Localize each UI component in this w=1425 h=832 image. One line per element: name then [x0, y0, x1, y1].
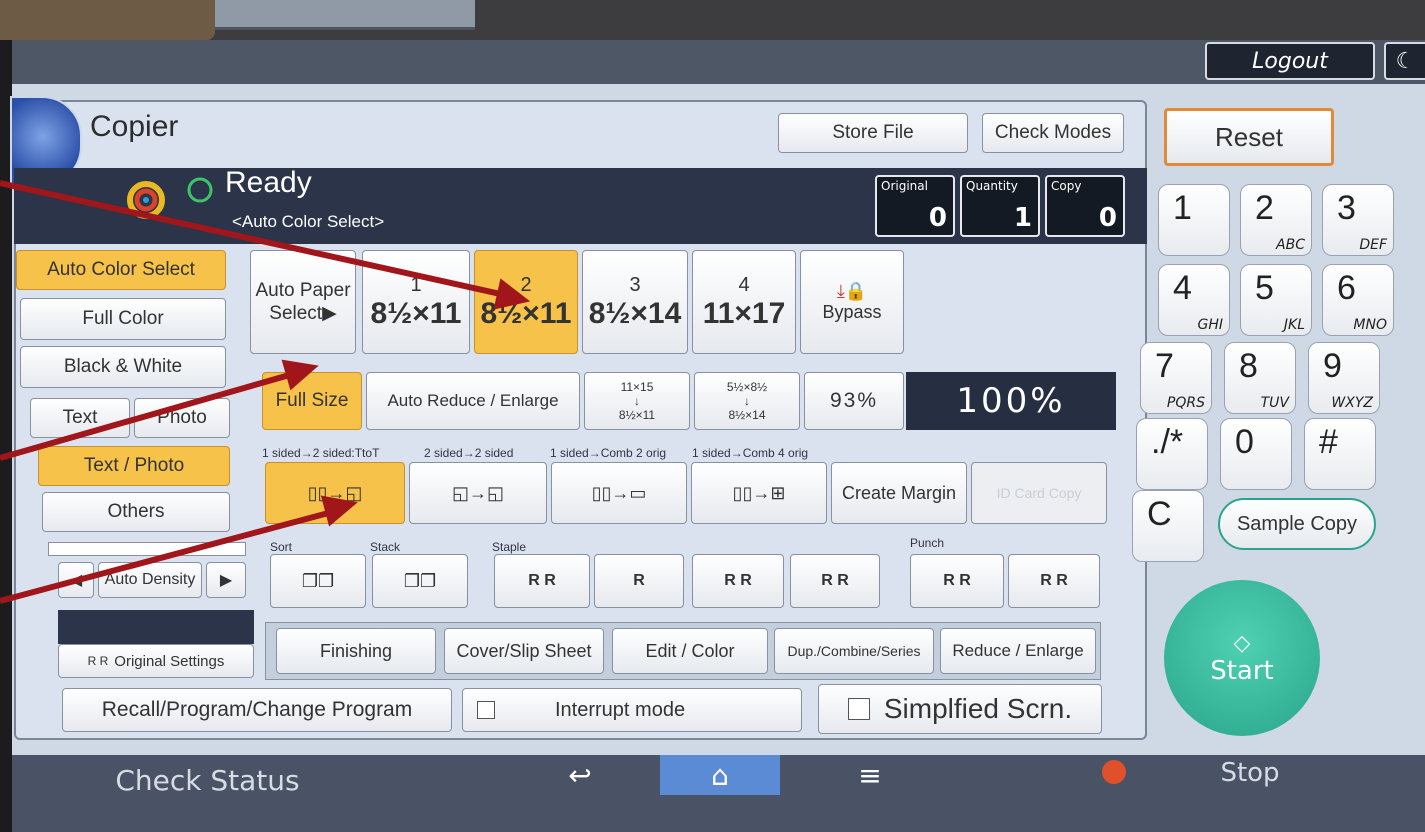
staple-1-icon: R R [528, 572, 556, 589]
sort-button[interactable]: ❐❐ [270, 554, 366, 608]
staple-2-icon: R [633, 572, 645, 589]
stack-label: Stack [370, 540, 401, 554]
duplex-2to2-button[interactable]: ◱→◱ [409, 462, 547, 524]
key-0[interactable]: 0 [1220, 418, 1292, 490]
tab-dup-combine-series[interactable]: Dup./Combine/Series [774, 628, 934, 674]
duplex-label-3: 1 sided→Comb 2 orig [550, 446, 667, 460]
full-color-button[interactable]: Full Color [20, 298, 226, 340]
key-7[interactable]: 7 PQRS [1140, 342, 1212, 414]
black-white-button[interactable]: Black & White [20, 346, 226, 388]
punch-1-icon: R R [943, 572, 971, 589]
key-4[interactable]: 4 GHI [1158, 264, 1230, 336]
key-8[interactable]: 8 TUV [1224, 342, 1296, 414]
duplex-label-2: 2 sided→2 sided [424, 446, 514, 460]
combine-4-button[interactable]: ▯▯→⊞ [691, 462, 827, 524]
logout-button[interactable]: Logout [1205, 42, 1375, 80]
quantity-counter[interactable]: Quantity 1 [960, 175, 1040, 237]
auto-paper-select-button[interactable]: Auto Paper Select▶ [250, 250, 356, 354]
menu-icon[interactable]: ≡ [810, 755, 930, 795]
store-file-button[interactable]: Store File [778, 113, 968, 153]
key-9[interactable]: 9 WXYZ [1308, 342, 1380, 414]
copy-counter: Copy 0 [1045, 175, 1125, 237]
ratio-preset-1-button[interactable]: 11×15 ↓ 8½×11 [584, 372, 690, 430]
combine-4-icon: ▯▯→⊞ [732, 482, 786, 503]
duplex-label-4: 1 sided→Comb 4 orig [692, 446, 809, 460]
interrupt-mode-toggle[interactable]: Interrupt mode [462, 688, 802, 732]
tray-4-button[interactable]: 4 11×17 [692, 250, 796, 354]
others-original-button[interactable]: Others [42, 492, 230, 532]
home-icon[interactable]: ⌂ [660, 755, 780, 795]
staple-label: Staple [492, 540, 527, 554]
bezel-top [0, 0, 1425, 40]
stop-button[interactable]: Stop [1190, 755, 1310, 791]
combine-2-button[interactable]: ▯▯→▭ [551, 462, 687, 524]
punch-2-icon: R R [1040, 572, 1068, 589]
original-settings-header [58, 610, 254, 644]
punch-1-button[interactable]: R R [910, 554, 1004, 608]
duplex-label-1: 1 sided→2 sided:TtoT [262, 446, 380, 460]
background-photo [0, 0, 215, 40]
key-6[interactable]: 6 MNO [1322, 264, 1394, 336]
density-increase-button[interactable]: ▶ [206, 562, 246, 598]
auto-reduce-enlarge-button[interactable]: Auto Reduce / Enlarge [366, 372, 580, 430]
bypass-icon: ⤓🔒 [836, 281, 868, 301]
key-hash[interactable]: # [1304, 418, 1376, 490]
stack-icon: ❐❐ [403, 570, 437, 591]
color-mode-status: <Auto Color Select> [232, 212, 385, 231]
stop-icon [1102, 760, 1126, 784]
tab-finishing[interactable]: Finishing [276, 628, 436, 674]
staple-4-icon: R R [821, 572, 849, 589]
staple-3-button[interactable]: R R [692, 554, 784, 608]
background-window [215, 0, 475, 30]
sample-copy-button[interactable]: Sample Copy [1218, 498, 1376, 550]
tray-3-button[interactable]: 3 8½×14 [582, 250, 688, 354]
key-clear[interactable]: C [1132, 490, 1204, 562]
key-clear-mode[interactable]: ./* [1136, 418, 1208, 490]
key-3[interactable]: 3 DEF [1322, 184, 1394, 256]
duplex-2to2-icon: ◱→◱ [451, 482, 504, 503]
key-2[interactable]: 2 ABC [1240, 184, 1312, 256]
original-counter: Original 0 [875, 175, 955, 237]
staple-3-icon: R R [724, 572, 752, 589]
staple-2-button[interactable]: R [594, 554, 684, 608]
reset-button[interactable]: Reset [1164, 108, 1334, 166]
app-title: Copier [90, 110, 179, 143]
text-photo-original-button[interactable]: Text / Photo [38, 446, 230, 486]
id-card-copy-button[interactable]: ID Card Copy [971, 462, 1107, 524]
auto-color-select-button[interactable]: Auto Color Select [16, 250, 226, 290]
start-button[interactable]: ◇ Start [1164, 580, 1320, 736]
recall-program-button[interactable]: Recall/Program/Change Program [62, 688, 452, 732]
staple-4-button[interactable]: R R [790, 554, 880, 608]
key-5[interactable]: 5 JKL [1240, 264, 1312, 336]
original-settings-button[interactable]: R R Original Settings [58, 644, 254, 678]
start-icon: ◇ [1233, 630, 1251, 656]
tab-edit-color[interactable]: Edit / Color [612, 628, 768, 674]
punch-label: Punch [910, 536, 945, 550]
punch-2-button[interactable]: R R [1008, 554, 1100, 608]
bypass-button[interactable]: ⤓🔒 Bypass [800, 250, 904, 354]
tab-reduce-enlarge[interactable]: Reduce / Enlarge [940, 628, 1096, 674]
sort-icon: ❐❐ [301, 570, 335, 591]
check-status-button[interactable]: Check Status [100, 762, 315, 798]
stack-button[interactable]: ❐❐ [372, 554, 468, 608]
key-1[interactable]: 1 [1158, 184, 1230, 256]
create-margin-button[interactable]: Create Margin [831, 462, 967, 524]
simplified-checkbox [847, 698, 870, 720]
ratio-preset-2-button[interactable]: 5½×8½ ↓ 8½×14 [694, 372, 800, 430]
current-ratio-display: 100% [906, 372, 1116, 430]
sort-label: Sort [270, 540, 293, 554]
tab-cover-slip-sheet[interactable]: Cover/Slip Sheet [444, 628, 604, 674]
back-icon[interactable]: ↩ [520, 755, 640, 795]
staple-1-button[interactable]: R R [494, 554, 590, 608]
interrupt-checkbox [477, 701, 495, 719]
ratio-93-button[interactable]: 93% [804, 372, 904, 430]
simplified-screen-toggle[interactable]: Simplfied Scrn. [818, 684, 1102, 734]
ready-status: Ready [225, 166, 312, 199]
energy-saver-icon[interactable]: ☾ [1384, 42, 1425, 80]
combine-2-icon: ▯▯→▭ [591, 482, 647, 503]
check-modes-button[interactable]: Check Modes [982, 113, 1124, 153]
original-settings-icon: R R [87, 654, 109, 668]
